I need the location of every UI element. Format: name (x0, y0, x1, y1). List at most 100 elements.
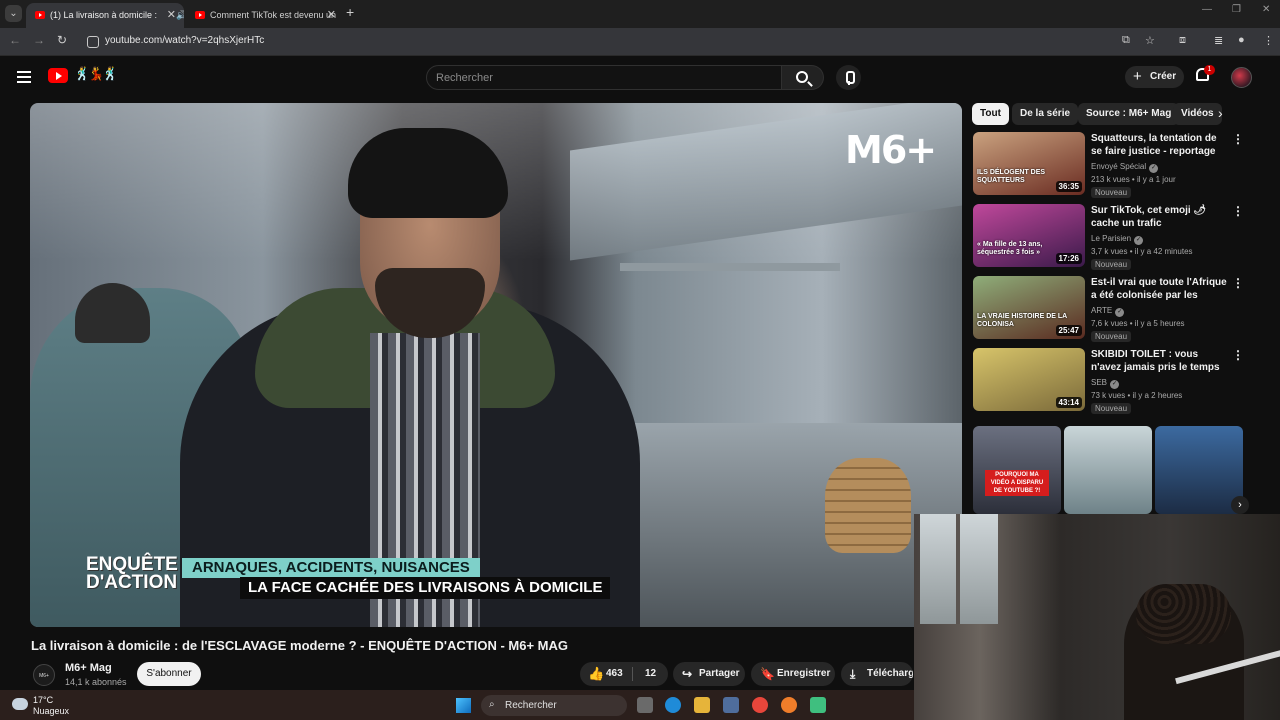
like-count[interactable]: 463 (606, 662, 623, 686)
video-thumbnail[interactable]: « Ma fille de 13 ans, séquestrée 3 fois … (973, 204, 1085, 267)
browser-menu-icon[interactable]: ⋮ (1263, 34, 1274, 47)
minimize-icon[interactable]: — (1202, 4, 1212, 15)
recommendation-title[interactable]: Sur TikTok, cet emoji 🌶 cache un trafic … (1091, 204, 1229, 231)
show-logo: ENQUÊTE D'ACTION (86, 554, 178, 593)
search-input[interactable] (426, 65, 782, 90)
age-text: il y a 5 heures (1134, 319, 1185, 328)
video-frame-pancakes (825, 458, 911, 553)
audio-playing-icon[interactable]: 🔊 (176, 3, 184, 28)
forward-icon[interactable]: → (33, 33, 45, 47)
chrome-icon[interactable] (752, 697, 768, 713)
save-button[interactable]: 🔖 Enregistrer (751, 662, 835, 686)
shorts-next-icon[interactable]: › (1231, 496, 1249, 514)
video-duration: 43:14 (1055, 397, 1082, 408)
more-actions-icon[interactable]: ⋮ (1232, 348, 1244, 362)
recommendation-meta: 7,6 k vues • il y a 5 heures (1091, 319, 1185, 328)
share-label: Partager (699, 668, 740, 679)
verified-icon: ✓ (1115, 308, 1125, 317)
youtube-doodle-icon[interactable]: 🕺💃🕺 (74, 66, 119, 82)
back-icon[interactable]: ← (9, 33, 21, 47)
tab-title: (1) La livraison à domicile : (50, 10, 158, 20)
share-button[interactable]: ↪ Partager (673, 662, 745, 686)
weather-temperature[interactable]: 17°C (33, 695, 53, 705)
tab-search-button[interactable]: ⌄ (5, 5, 22, 22)
youtube-favicon-icon (195, 11, 205, 19)
channel-name[interactable]: M6+ Mag (65, 662, 112, 674)
short-thumbnail[interactable] (1064, 426, 1152, 514)
video-thumbnail[interactable]: LA VRAIE HISTOIRE DE LA COLONISA 25:47 (973, 276, 1085, 339)
taskbar-search[interactable]: ⌕ Rechercher (481, 695, 627, 716)
recommendation-channel[interactable]: ARTE ✓ (1091, 306, 1125, 317)
recommendation-title[interactable]: Squatteurs, la tentation de se faire jus… (1091, 132, 1229, 159)
recommendation-title[interactable]: SKIBIDI TOILET : vous n'avez jamais pris… (1091, 348, 1229, 375)
recommendation-item[interactable]: LA VRAIE HISTOIRE DE LA COLONISA 25:47 E… (973, 276, 1253, 342)
chip-all[interactable]: Tout (972, 103, 1009, 125)
channel-name-text: Le Parisien (1091, 234, 1132, 243)
subscribe-button[interactable]: S'abonner (137, 662, 201, 686)
address-bar[interactable]: youtube.com/watch?v=2qhsXjerHTc (78, 31, 1166, 53)
more-actions-icon[interactable]: ⋮ (1232, 132, 1244, 146)
channel-avatar[interactable]: M6+ MAG (33, 664, 55, 701)
close-window-icon[interactable]: ✕ (1262, 4, 1270, 15)
menu-icon[interactable] (17, 71, 31, 83)
chip-source[interactable]: Source : M6+ Mag (1078, 103, 1180, 125)
browser-tab[interactable]: Comment TikTok est devenu un ✕ (186, 3, 344, 28)
voice-search-icon[interactable] (836, 65, 861, 90)
reload-icon[interactable]: ↻ (57, 33, 67, 47)
recommendation-channel[interactable]: Envoyé Spécial ✓ (1091, 162, 1159, 173)
save-label: Enregistrer (777, 668, 831, 679)
weather-description[interactable]: Nuageux (33, 706, 69, 716)
channel-name-text: ARTE (1091, 306, 1113, 315)
create-button[interactable]: + Créer (1125, 66, 1184, 88)
task-view-icon[interactable] (637, 697, 653, 713)
file-explorer-icon[interactable] (694, 697, 710, 713)
new-badge: Nouveau (1091, 331, 1132, 342)
recommendation-item[interactable]: 43:14 SKIBIDI TOILET : vous n'avez jamai… (973, 348, 1253, 414)
windows-start-icon[interactable] (456, 698, 471, 713)
webcam-streamer-hair (1136, 584, 1231, 644)
close-tab-icon[interactable]: ✕ (327, 3, 336, 28)
store-icon[interactable] (723, 697, 739, 713)
video-thumbnail[interactable]: 43:14 (973, 348, 1085, 411)
video-frame-shelf (620, 263, 840, 271)
browser-tab-active[interactable]: (1) La livraison à domicile : 🔊 ✕ (26, 3, 184, 28)
app-icon[interactable] (810, 697, 826, 713)
more-actions-icon[interactable]: ⋮ (1232, 276, 1244, 290)
profile-icon[interactable]: ● (1238, 34, 1245, 46)
search-button[interactable] (782, 65, 824, 90)
recommendation-item[interactable]: « Ma fille de 13 ans, séquestrée 3 fois … (973, 204, 1253, 270)
reading-list-icon[interactable]: ≣ (1214, 34, 1223, 47)
edge-icon[interactable] (665, 697, 681, 713)
verified-icon: ✓ (1110, 380, 1120, 389)
maximize-icon[interactable]: ❐ (1232, 4, 1241, 15)
video-thumbnail[interactable]: ILS DÉLOGENT DES SQUATTEURS 36:35 (973, 132, 1085, 195)
views-text: 73 k vues (1091, 391, 1126, 400)
recommendation-title[interactable]: Est-il vrai que toute l'Afrique a été co… (1091, 276, 1229, 303)
short-thumbnail[interactable] (1155, 426, 1243, 514)
divider (632, 667, 633, 681)
youtube-logo-icon[interactable] (48, 68, 68, 83)
url-text[interactable]: youtube.com/watch?v=2qhsXjerHTc (105, 35, 264, 46)
second-count[interactable]: 12 (645, 662, 656, 686)
download-button[interactable]: ⤓ Télécharger (841, 662, 913, 686)
site-info-icon[interactable] (87, 36, 99, 48)
account-avatar[interactable] (1231, 67, 1252, 88)
recommendation-channel[interactable]: SEB ✓ (1091, 378, 1120, 389)
short-thumbnail[interactable]: POURQUOI MA VIDÉO A DISPARU DE YOUTUBE ?… (973, 426, 1061, 514)
install-app-icon[interactable]: ⧉ (1122, 34, 1130, 47)
close-tab-icon[interactable]: ✕ (167, 3, 176, 28)
firefox-icon[interactable] (781, 697, 797, 713)
recommendation-channel[interactable]: Le Parisien ✓ (1091, 234, 1144, 245)
chip-videos[interactable]: Vidéos (1173, 103, 1222, 125)
more-actions-icon[interactable]: ⋮ (1232, 204, 1244, 218)
chip-series[interactable]: De la série (1012, 103, 1079, 125)
download-icon: ⤓ (850, 667, 856, 681)
bookmark-star-icon[interactable]: ☆ (1145, 34, 1155, 47)
cloud-icon[interactable] (12, 698, 28, 710)
recommendation-item[interactable]: ILS DÉLOGENT DES SQUATTEURS 36:35 Squatt… (973, 132, 1253, 198)
new-tab-button[interactable]: + (346, 4, 354, 20)
chips-next-icon[interactable]: › (1218, 105, 1223, 121)
video-player[interactable]: M6+ ENQUÊTE D'ACTION ARNAQUES, ACCIDENTS… (30, 103, 962, 627)
thumbs-up-icon[interactable]: 👍 (588, 662, 604, 686)
extensions-icon[interactable]: ⧈ (1179, 34, 1186, 47)
